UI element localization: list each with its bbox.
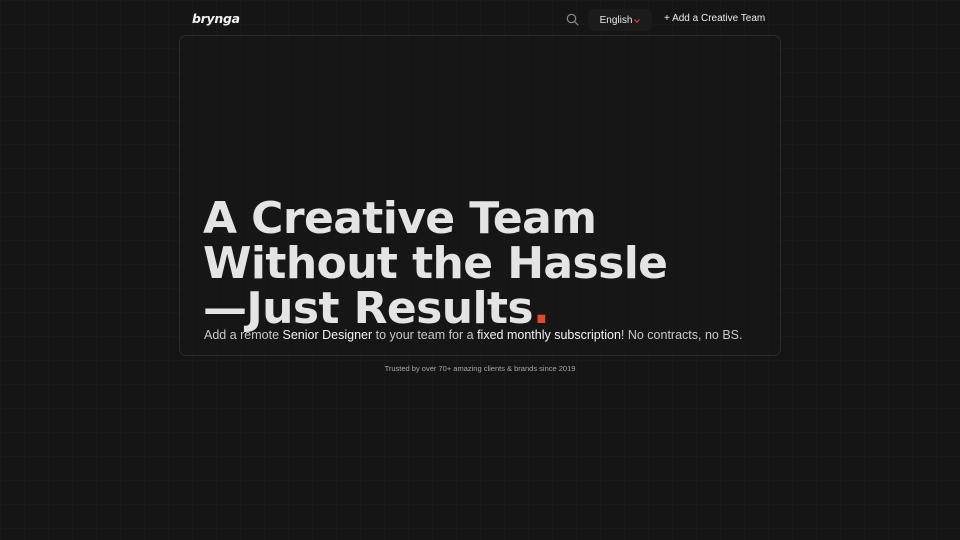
brynga-logo[interactable]: brynga — [192, 11, 240, 26]
hero-headline: A Creative Team Without the Hassle —Just… — [203, 196, 763, 331]
top-navigation: brynga English + Add a Creative Team — [0, 0, 960, 40]
add-creative-team-button[interactable]: + Add a Creative Team — [664, 13, 765, 24]
subline-fixed-subscription: fixed monthly subscription — [477, 328, 621, 342]
search-icon[interactable] — [566, 13, 579, 26]
headline-line-2: Without the Hassle — [203, 238, 668, 289]
language-label: English — [599, 14, 633, 26]
subline-part-3: to your team for a — [372, 328, 478, 342]
language-selector[interactable]: English — [588, 9, 652, 31]
headline-line-1: A Creative Team — [203, 193, 597, 244]
headline-accent-dot: . — [532, 283, 550, 334]
chevron-down-icon — [634, 18, 641, 23]
subline-part-1: Add a remote — [204, 328, 283, 342]
trusted-by-text: Trusted by over 70+ amazing clients & br… — [384, 364, 576, 373]
hero-subline: Add a remote Senior Designer to your tea… — [204, 328, 743, 342]
headline-line-3: —Just Results. — [203, 286, 763, 331]
headline-line-3-text: —Just Results — [203, 283, 534, 334]
subline-part-5: ! No contracts, no BS. — [620, 328, 743, 342]
subline-senior-designer: Senior Designer — [282, 328, 373, 342]
